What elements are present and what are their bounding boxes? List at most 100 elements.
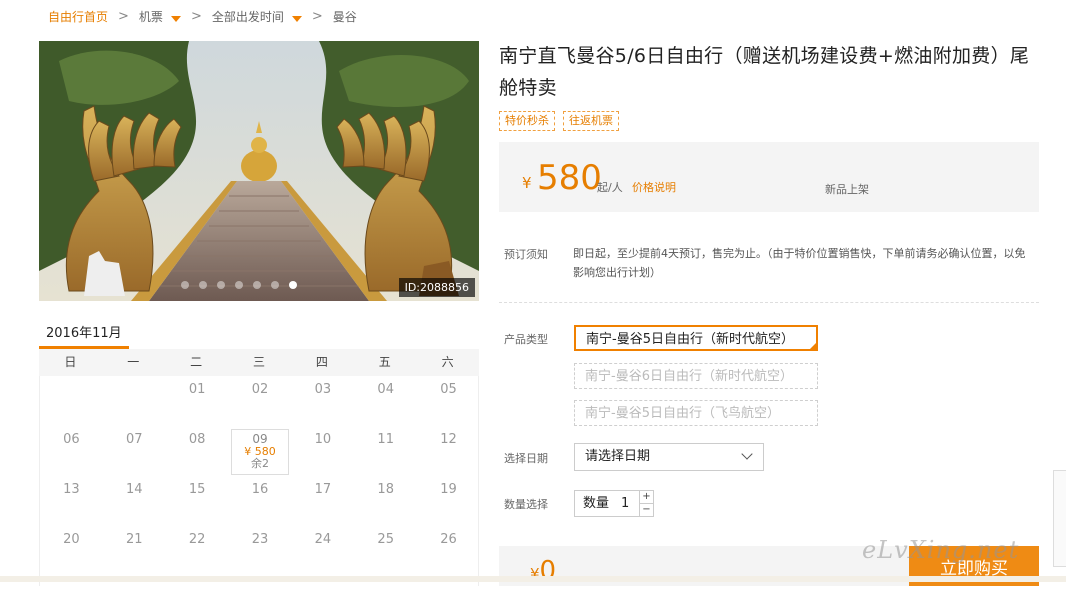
product-type-label: 产品类型 — [504, 333, 548, 346]
calendar-day[interactable]: 13 — [42, 476, 100, 522]
weekday-label: 五 — [378, 355, 391, 369]
chevron-right-icon: > — [311, 8, 323, 24]
calendar-day[interactable]: 01 — [168, 376, 226, 422]
weekday-label: 四 — [315, 355, 328, 369]
calendar-day-available[interactable]: 09 ¥ 580 余2 — [231, 429, 289, 475]
calendar-day[interactable]: 15 — [168, 476, 226, 522]
calendar-day[interactable]: 12 — [420, 426, 478, 472]
calendar-day-number: 07 — [126, 432, 143, 447]
calendar-day-number: 12 — [440, 432, 457, 447]
calendar-day[interactable]: 14 — [105, 476, 163, 522]
total-price: ¥0 — [530, 556, 557, 586]
date-label: 选择日期 — [504, 452, 548, 465]
breadcrumb: 自由行首页 > 机票 > 全部出发时间 > 曼谷 — [48, 7, 357, 25]
carousel-dot[interactable] — [217, 281, 225, 289]
calendar-day-number: 03 — [314, 382, 332, 397]
calendar-day[interactable]: 24 — [294, 526, 352, 572]
calendar-day[interactable]: 21 — [105, 526, 163, 572]
calendar-day[interactable]: 20 — [42, 526, 100, 572]
calendar-day-number: 04 — [377, 382, 394, 397]
calendar-day-number: 24 — [314, 532, 332, 547]
calendar-day-number: 25 — [377, 532, 394, 547]
calendar-day-number: 18 — [377, 482, 394, 497]
calendar-day[interactable]: 25 — [357, 526, 415, 572]
calendar-day[interactable]: 18 — [357, 476, 415, 522]
chevron-right-icon: > — [118, 8, 129, 24]
chevron-down-icon — [741, 448, 753, 460]
product-title: 南宁直飞曼谷5/6日自由行（赠送机场建设费+燃油附加费）尾舱特卖 — [499, 45, 1030, 99]
calendar-day[interactable]: 19 — [420, 476, 478, 522]
calendar-day-number: 02 — [251, 382, 269, 397]
price-amount: 580 — [537, 158, 602, 198]
calendar-day[interactable]: 11 — [357, 426, 415, 472]
carousel-dot[interactable] — [181, 281, 189, 289]
quantity-label: 数量选择 — [504, 498, 548, 511]
status-badge: 新品上架 — [825, 183, 869, 196]
calendar-weekday-header: 日 一 二 三 四 五 六 — [39, 349, 479, 376]
calendar-day-remaining: 余2 — [251, 457, 269, 470]
calendar-day[interactable]: 08 — [168, 426, 226, 472]
divider — [499, 302, 1039, 303]
carousel-dot-active[interactable] — [289, 281, 297, 289]
calendar-day-number: 11 — [377, 432, 394, 447]
tag-round-trip[interactable]: 往返机票 — [563, 111, 619, 131]
calendar-day[interactable]: 23 — [231, 526, 289, 572]
carousel-dot[interactable] — [253, 281, 261, 289]
calendar-day-number: 23 — [251, 532, 269, 547]
carousel-dot[interactable] — [199, 281, 207, 289]
calendar-day-number: 05 — [440, 382, 457, 397]
hero-image-carousel[interactable]: ID:2088856 — [39, 41, 479, 301]
product-option[interactable]: 南宁-曼谷6日自由行（新时代航空） — [574, 363, 818, 389]
calendar-day-number: 26 — [440, 532, 457, 547]
calendar-grid: 01 02 03 04 05 06 07 08 09 ¥ 580 余2 10 11 12 13 14 15 16 1… — [39, 376, 479, 586]
price-explain-link[interactable]: 价格说明 — [632, 179, 676, 195]
calendar-day-number: 01 — [188, 382, 206, 397]
calendar-day-number: 22 — [188, 532, 206, 547]
calendar-day[interactable]: 17 — [294, 476, 352, 522]
calendar-day-number: 15 — [188, 482, 206, 497]
calendar-day[interactable]: 06 — [42, 426, 100, 472]
calendar-day[interactable]: 26 — [420, 526, 478, 572]
carousel-dot[interactable] — [271, 281, 279, 289]
increment-button[interactable]: + — [639, 491, 653, 504]
quantity-field-label: 数量 — [583, 496, 610, 511]
weekday-label: 三 — [253, 355, 266, 369]
image-id-label: ID:2088856 — [398, 278, 475, 297]
decrement-button[interactable]: − — [639, 504, 653, 516]
calendar-day-number: 08 — [188, 432, 206, 447]
calendar-month-tab[interactable]: 2016年11月 — [46, 322, 122, 341]
calendar-day[interactable]: 07 — [105, 426, 163, 472]
product-option-selected[interactable]: 南宁-曼谷5日自由行（新时代航空） — [574, 325, 818, 351]
booking-notice-text: 即日起，至少提前4天预订，售完为止。（由于特价位置销售快，下单前请务必确认位置，… — [573, 247, 1026, 279]
calendar-day[interactable]: 10 — [294, 426, 352, 472]
calendar-day-number: 10 — [314, 432, 332, 447]
calendar-day-number: 19 — [440, 482, 457, 497]
selected-check-icon — [808, 341, 818, 351]
product-option[interactable]: 南宁-曼谷5日自由行（飞鸟航空） — [574, 400, 818, 426]
quantity-stepper[interactable]: 数量 1 + − — [574, 490, 654, 517]
breadcrumb-flight-dropdown[interactable]: 机票 — [139, 8, 181, 25]
calendar-day[interactable]: 05 — [420, 376, 478, 422]
quantity-value[interactable]: 1 — [621, 491, 629, 516]
side-floating-tab[interactable] — [1053, 470, 1066, 567]
calendar-day-number: 17 — [314, 482, 332, 497]
tag-flash-sale[interactable]: 特价秒杀 — [499, 111, 555, 131]
carousel-dot[interactable] — [235, 281, 243, 289]
chevron-right-icon: > — [190, 8, 202, 24]
breadcrumb-home-link[interactable]: 自由行首页 — [48, 8, 108, 25]
caret-down-icon — [291, 15, 302, 22]
price-per-person: 起/人 — [597, 181, 623, 194]
weekday-label: 日 — [64, 355, 77, 369]
calendar-day-number: 13 — [63, 482, 80, 497]
calendar-day[interactable]: 16 — [231, 476, 289, 522]
booking-notice-label: 预订须知 — [504, 248, 548, 261]
calendar-day[interactable]: 22 — [168, 526, 226, 572]
temple-stairs-photo — [39, 41, 479, 301]
calendar-day-number: 06 — [63, 432, 80, 447]
breadcrumb-departure-time-dropdown[interactable]: 全部出发时间 — [212, 8, 302, 25]
date-select[interactable]: 请选择日期 — [574, 443, 764, 471]
calendar-day[interactable]: 02 — [231, 376, 289, 422]
breadcrumb-destination: 曼谷 — [332, 9, 357, 24]
calendar-day[interactable]: 04 — [357, 376, 415, 422]
calendar-day[interactable]: 03 — [294, 376, 352, 422]
